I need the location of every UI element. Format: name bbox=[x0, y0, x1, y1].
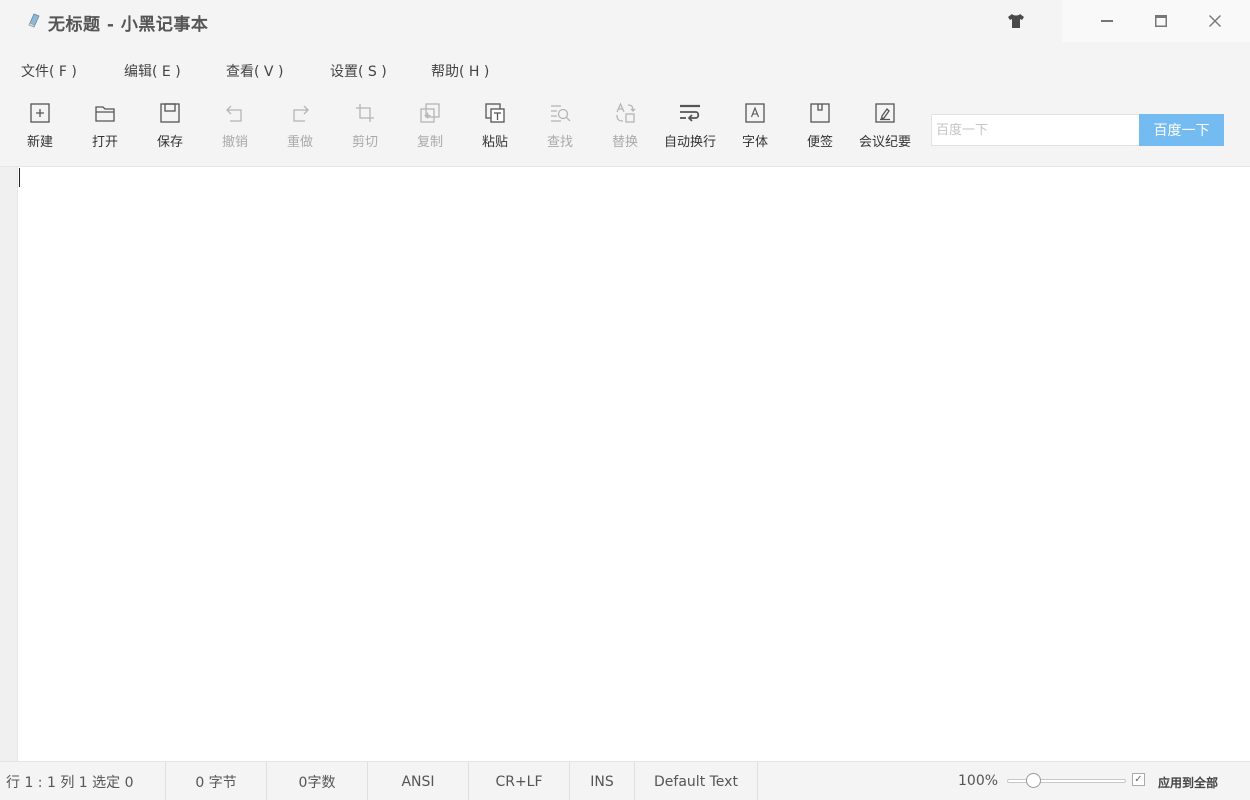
close-icon[interactable] bbox=[1188, 0, 1242, 42]
encoding-indicator[interactable]: ANSI bbox=[368, 762, 469, 800]
paste-icon bbox=[482, 100, 508, 126]
char-count: 0字数 bbox=[267, 762, 368, 800]
open-button[interactable]: 打开 bbox=[73, 100, 137, 156]
save-icon bbox=[157, 100, 183, 126]
font-label: 字体 bbox=[741, 135, 768, 150]
paste-button[interactable]: 粘贴 bbox=[463, 100, 527, 156]
new-label: 新建 bbox=[26, 135, 53, 150]
new-button[interactable]: 新建 bbox=[8, 100, 72, 156]
new-file-icon bbox=[27, 100, 53, 126]
redo-label: 重做 bbox=[286, 135, 313, 150]
undo-icon bbox=[222, 100, 248, 126]
word-wrap-label: 自动换行 bbox=[663, 135, 716, 150]
word-wrap-button[interactable]: 自动换行 bbox=[658, 100, 722, 156]
status-bar: 行 1 : 1 列 1 选定 0 0 字节 0字数 ANSI CR+LF INS… bbox=[0, 761, 1250, 800]
font-button[interactable]: 字体 bbox=[723, 100, 787, 156]
cut-label: 剪切 bbox=[351, 135, 378, 150]
redo-button[interactable]: 重做 bbox=[268, 100, 332, 156]
open-label: 打开 bbox=[91, 135, 118, 150]
cut-button[interactable]: 剪切 bbox=[333, 100, 397, 156]
menu-file[interactable]: 文件( F ) bbox=[21, 61, 77, 81]
word-wrap-icon bbox=[677, 100, 703, 126]
copy-label: 复制 bbox=[416, 135, 443, 150]
sticky-note-button[interactable]: 便签 bbox=[788, 100, 852, 156]
find-icon bbox=[547, 100, 573, 126]
undo-button[interactable]: 撤销 bbox=[203, 100, 267, 156]
sticky-note-icon bbox=[807, 100, 833, 126]
menu-settings[interactable]: 设置( S ) bbox=[330, 61, 387, 81]
find-button[interactable]: 查找 bbox=[528, 100, 592, 156]
meeting-notes-button[interactable]: 会议纪要 bbox=[853, 100, 917, 156]
undo-label: 撤销 bbox=[221, 135, 248, 150]
line-gutter bbox=[0, 167, 18, 761]
apply-all-checkbox[interactable]: ✓ bbox=[1132, 773, 1145, 786]
menu-edit[interactable]: 编辑( E ) bbox=[124, 61, 181, 81]
font-icon bbox=[742, 100, 768, 126]
line-ending-indicator[interactable]: CR+LF bbox=[469, 762, 570, 800]
paste-label: 粘贴 bbox=[481, 135, 508, 150]
cursor-position: 行 1 : 1 列 1 选定 0 bbox=[0, 762, 166, 800]
replace-icon bbox=[612, 100, 638, 126]
sticky-note-label: 便签 bbox=[806, 135, 833, 150]
folder-open-icon bbox=[92, 100, 118, 126]
window-title: 无标题 - 小黑记事本 bbox=[48, 15, 209, 35]
zoom-slider[interactable] bbox=[1007, 772, 1126, 790]
save-button[interactable]: 保存 bbox=[138, 100, 202, 156]
syntax-indicator[interactable]: Default Text bbox=[635, 762, 758, 800]
title-bar: 无标题 - 小黑记事本 bbox=[0, 0, 1250, 44]
maximize-icon[interactable] bbox=[1134, 0, 1188, 42]
byte-count: 0 字节 bbox=[166, 762, 267, 800]
text-caret bbox=[19, 168, 20, 187]
copy-button[interactable]: 复制 bbox=[398, 100, 462, 156]
meeting-notes-label: 会议纪要 bbox=[858, 135, 911, 150]
menu-bar: 文件( F ) 编辑( E ) 查看( V ) 设置( S ) 帮助( H ) bbox=[0, 56, 600, 84]
notebook-icon bbox=[26, 12, 42, 28]
zoom-slider-track bbox=[1007, 779, 1126, 783]
save-label: 保存 bbox=[156, 135, 183, 150]
find-label: 查找 bbox=[546, 135, 573, 150]
meeting-notes-icon bbox=[872, 100, 898, 126]
search-input[interactable] bbox=[931, 114, 1140, 146]
menu-view[interactable]: 查看( V ) bbox=[226, 61, 283, 81]
tshirt-icon[interactable] bbox=[1002, 8, 1030, 34]
window-controls bbox=[1062, 0, 1250, 42]
copy-icon bbox=[417, 100, 443, 126]
redo-icon bbox=[287, 100, 313, 126]
zoom-slider-thumb[interactable] bbox=[1026, 773, 1041, 788]
cut-icon bbox=[352, 100, 378, 126]
menu-help[interactable]: 帮助( H ) bbox=[431, 61, 489, 81]
zoom-level: 100% bbox=[958, 773, 999, 789]
apply-all-label: 应用到全部 bbox=[1158, 776, 1219, 790]
minimize-icon[interactable] bbox=[1080, 0, 1134, 42]
replace-label: 替换 bbox=[611, 135, 638, 150]
search-button[interactable]: 百度一下 bbox=[1139, 114, 1224, 146]
replace-button[interactable]: 替换 bbox=[593, 100, 657, 156]
insert-mode-indicator[interactable]: INS bbox=[570, 762, 635, 800]
editor-area bbox=[0, 166, 1250, 761]
text-editor[interactable] bbox=[18, 167, 1250, 761]
